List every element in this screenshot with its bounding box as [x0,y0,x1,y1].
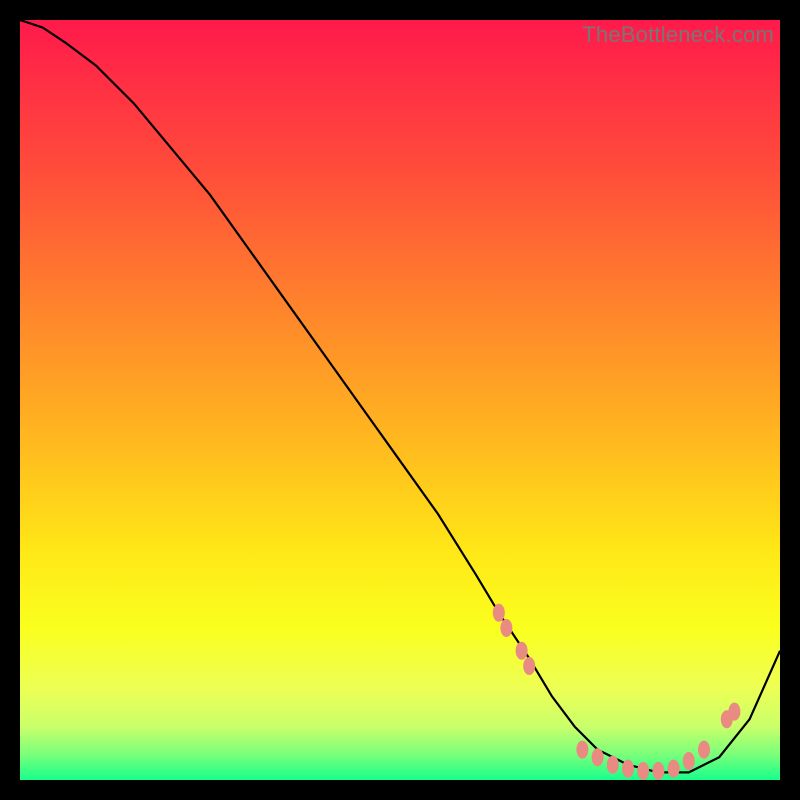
gradient-background [20,20,780,780]
marker-dot [607,756,619,774]
marker-dot [637,762,649,780]
marker-dot [698,741,710,759]
marker-dot [576,741,588,759]
marker-dot [500,619,512,637]
marker-dot [683,752,695,770]
marker-dot [592,748,604,766]
marker-dot [668,760,680,778]
marker-dot [493,604,505,622]
marker-dot [516,642,528,660]
marker-dot [622,760,634,778]
chart-frame: TheBottleneck.com [20,20,780,780]
chart-canvas [20,20,780,780]
marker-dot [728,703,740,721]
watermark-text: TheBottleneck.com [582,22,774,48]
marker-dot [652,762,664,780]
marker-dot [523,657,535,675]
